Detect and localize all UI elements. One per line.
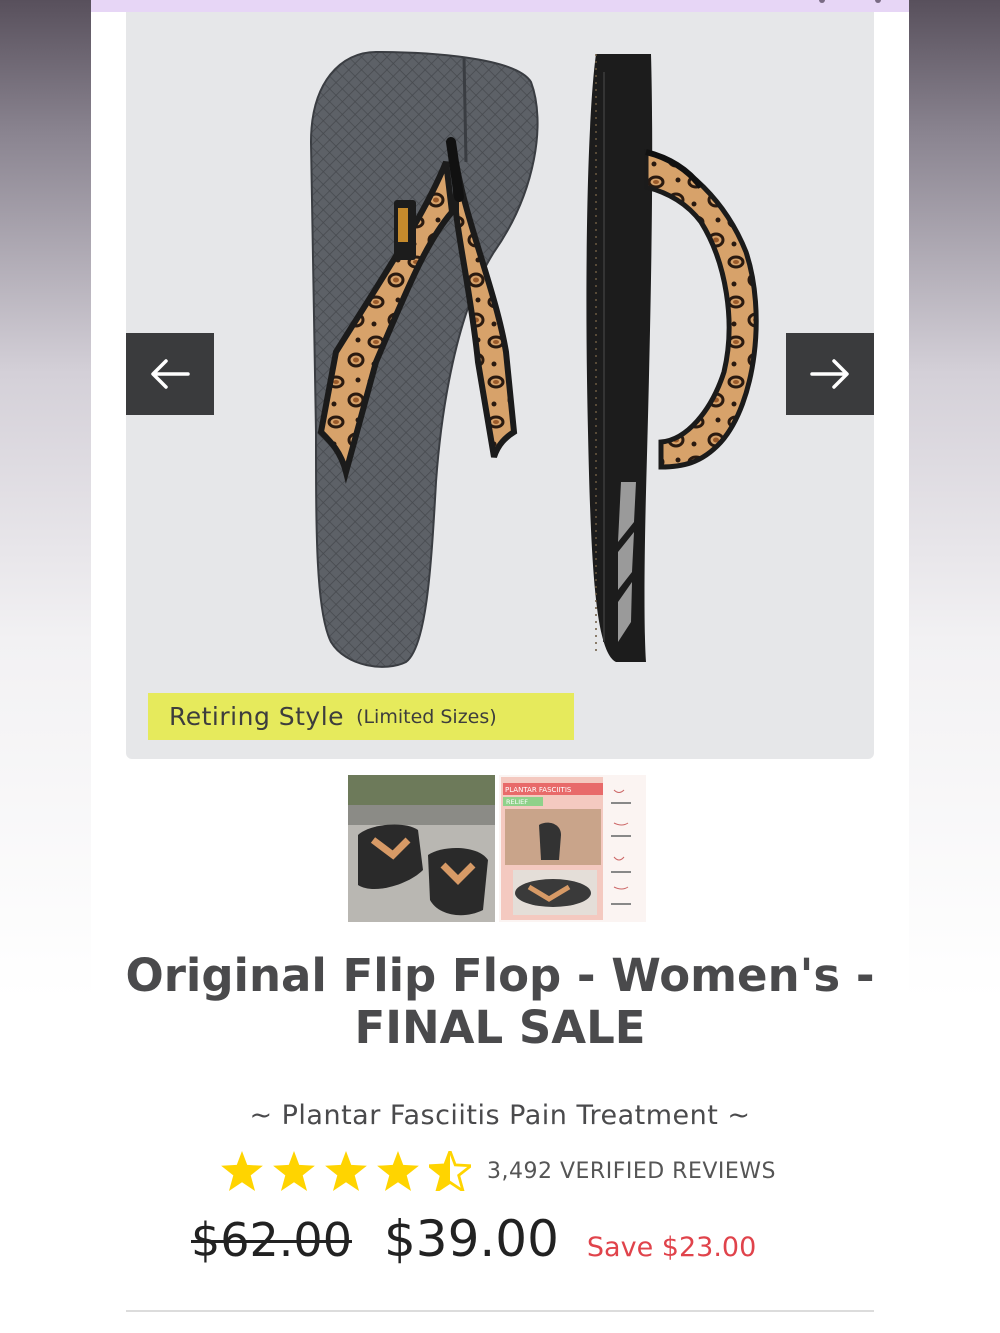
product-title: Original Flip Flop - Women's - FINAL SAL… <box>91 950 909 1054</box>
rating-stars[interactable] <box>221 1151 471 1191</box>
reviews-count-link[interactable]: 3,492 VERIFIED REVIEWS <box>487 1159 776 1184</box>
half-star-icon <box>429 1151 471 1191</box>
thumbnail-gallery: PLANTAR FASCIITIS RELIEF <box>348 775 646 922</box>
retiring-style-badge: Retiring Style (Limited Sizes) <box>148 693 574 740</box>
top-bar-dot <box>819 0 825 3</box>
section-divider <box>126 1310 874 1312</box>
thumbnail-plantar-fasciitis-image: PLANTAR FASCIITIS RELIEF <box>499 775 646 922</box>
thumb-banner-line1: PLANTAR FASCIITIS <box>505 786 572 794</box>
badge-main-text: Retiring Style <box>169 702 345 731</box>
product-title-line2: FINAL SALE <box>354 1001 646 1054</box>
product-rating: 3,492 VERIFIED REVIEWS <box>221 1148 776 1194</box>
thumbnail-plantar-fasciitis[interactable]: PLANTAR FASCIITIS RELIEF <box>499 775 646 922</box>
badge-sub-text: (Limited Sizes) <box>356 705 497 728</box>
star-icon <box>377 1151 419 1191</box>
product-subtitle: ~ Plantar Fasciitis Pain Treatment ~ <box>249 1100 751 1131</box>
star-icon <box>325 1151 367 1191</box>
price-block: $62.00 $39.00 Save $23.00 <box>191 1210 756 1268</box>
thumbnail-lifestyle-image <box>348 775 495 922</box>
top-bar <box>91 0 909 12</box>
next-image-button[interactable] <box>786 333 874 415</box>
product-page: Retiring Style (Limited Sizes) PLANTAR F… <box>91 0 909 1333</box>
product-title-line1: Original Flip Flop - Women's - <box>125 949 875 1002</box>
savings-label: Save $23.00 <box>586 1232 757 1263</box>
top-bar-dot <box>875 0 881 3</box>
main-product-image[interactable]: Retiring Style (Limited Sizes) <box>126 12 874 759</box>
arrow-right-icon <box>810 359 849 389</box>
sale-price: $39.00 <box>383 1210 559 1268</box>
arrow-left-icon <box>151 359 190 389</box>
thumbnail-lifestyle[interactable] <box>348 775 495 922</box>
flip-flop-photo <box>309 50 759 668</box>
star-icon <box>221 1151 263 1191</box>
previous-image-button[interactable] <box>126 333 214 415</box>
original-price: $62.00 <box>191 1213 352 1267</box>
star-icon <box>273 1151 315 1191</box>
thumb-banner-line2: RELIEF <box>506 798 528 806</box>
